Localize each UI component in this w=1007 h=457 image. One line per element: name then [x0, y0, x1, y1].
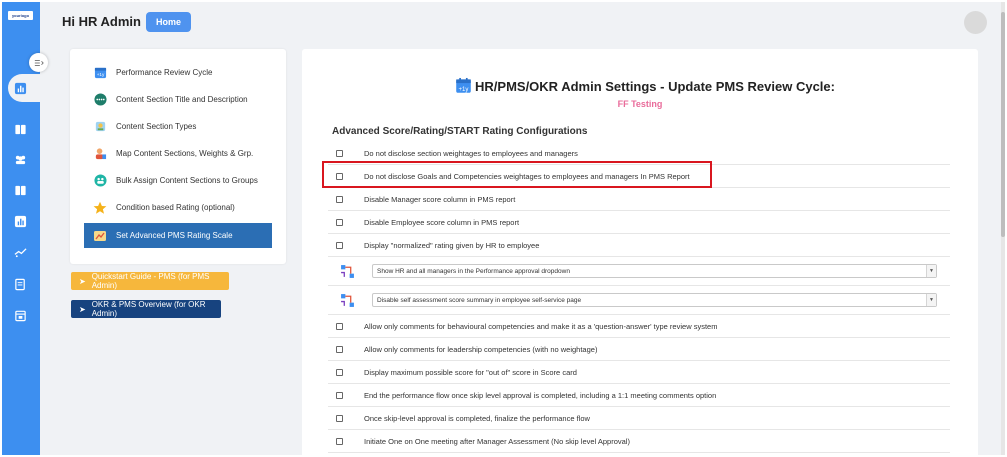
option-row: Once skip-level approval is completed, f… [328, 407, 950, 430]
scrollbar-thumb[interactable] [1001, 12, 1005, 237]
edit-doc-icon[interactable] [13, 277, 27, 291]
option-row: Allow only comments for leadership compe… [328, 338, 950, 361]
group-icon [93, 174, 107, 188]
option-checkbox[interactable] [336, 322, 343, 330]
dots-icon [93, 93, 107, 107]
okr-overview-label: OKR & PMS Overview (for OKR Admin) [91, 300, 206, 318]
option-label: Allow only comments for behavioural comp… [364, 321, 718, 331]
users-icon[interactable] [13, 152, 27, 166]
page-title: HR/PMS/OKR Admin Settings - Update PMS R… [475, 79, 835, 94]
sidebar-collapse-button[interactable] [29, 53, 48, 72]
types-icon [93, 120, 107, 134]
menu-item-bulk-assign[interactable]: Bulk Assign Content Sections to Groups [84, 168, 272, 193]
option-checkbox[interactable] [336, 172, 343, 180]
menu-item-performance-review-cycle[interactable]: +1y Performance Review Cycle [84, 60, 272, 85]
map-user-icon [93, 147, 107, 161]
option-row: Display maximum possible score for "out … [328, 361, 950, 384]
option-label: Once skip-level approval is completed, f… [364, 413, 590, 423]
option-label: Initiate One on One meeting after Manage… [364, 436, 630, 446]
calendar-icon: +1y [93, 66, 107, 80]
quickstart-guide-label: Quickstart Guide - PMS (for PMS Admin) [91, 272, 210, 290]
brand-logo: yourlogo [8, 11, 33, 20]
option-checkbox[interactable] [336, 195, 343, 203]
option-label: Disable Employee score column in PMS rep… [364, 217, 520, 227]
review-cycle-name: FF Testing [617, 99, 663, 109]
rating-scale-icon [93, 229, 107, 243]
collapse-icon [34, 58, 44, 68]
menu-item-label: Map Content Sections, Weights & Grp. [116, 149, 254, 158]
self-assessment-dropdown[interactable]: Disable self assessment score summary in… [372, 293, 937, 307]
setup-menu: +1y Performance Review Cycle Content Sec… [70, 49, 286, 264]
option-label: End the performance flow once skip level… [364, 390, 717, 400]
select-row: Show HR and all managers in the Performa… [328, 257, 950, 286]
option-checkbox[interactable] [336, 414, 343, 422]
rocket-icon: ➤ [79, 304, 86, 314]
option-label: Do not disclose Goals and Competencies w… [364, 171, 690, 181]
menu-item-label: Set Advanced PMS Rating Scale [116, 231, 233, 240]
book-icon[interactable] [13, 122, 27, 136]
menu-item-condition-rating[interactable]: Condition based Rating (optional) [84, 195, 272, 220]
option-label: Display "normalized" rating given by HR … [364, 240, 540, 250]
flow-icon [341, 293, 354, 307]
menu-item-map-content-sections[interactable]: Map Content Sections, Weights & Grp. [84, 141, 272, 166]
option-label: Disable Manager score column in PMS repo… [364, 194, 516, 204]
option-row: End the performance flow once skip level… [328, 384, 950, 407]
menu-item-set-rating-scale[interactable]: Set Advanced PMS Rating Scale [84, 223, 272, 248]
option-row: Do not disclose section weightages to em… [328, 142, 950, 165]
greeting: Hi HR Admin [62, 14, 141, 29]
app-frame: yourlogo Hi HR Admin Home +1y Performanc… [2, 2, 1005, 455]
option-row: Display "normalized" rating given by HR … [328, 234, 950, 257]
flow-icon [341, 264, 354, 278]
menu-item-content-types[interactable]: Content Section Types [84, 114, 272, 139]
chevron-down-icon: ▼ [926, 294, 936, 306]
option-checkbox[interactable] [336, 391, 343, 399]
section-title: Advanced Score/Rating/START Rating Confi… [332, 126, 588, 137]
report-icon[interactable] [13, 214, 27, 228]
option-label: Allow only comments for leadership compe… [364, 344, 598, 354]
menu-item-label: Bulk Assign Content Sections to Groups [116, 176, 258, 185]
chevron-down-icon: ▼ [926, 265, 936, 277]
menu-item-content-title[interactable]: Content Section Title and Description [84, 87, 272, 112]
option-checkbox[interactable] [336, 345, 343, 353]
menu-item-label: Content Section Title and Description [116, 95, 248, 104]
option-row: Disable Employee score column in PMS rep… [328, 211, 950, 234]
option-row: Do not disclose Goals and Competencies w… [328, 165, 950, 188]
option-row: Disable Manager score column in PMS repo… [328, 188, 950, 211]
select-row: Disable self assessment score summary in… [328, 286, 950, 315]
sidebar-item-dashboard[interactable] [8, 74, 42, 102]
menu-item-label: Content Section Types [116, 122, 197, 131]
chart-icon [13, 81, 27, 95]
menu-item-label: Condition based Rating (optional) [116, 203, 235, 212]
option-label: Do not disclose section weightages to em… [364, 148, 578, 158]
option-label: Display maximum possible score for "out … [364, 367, 577, 377]
option-row: Initiate One on One meeting after Manage… [328, 430, 950, 453]
option-checkbox[interactable] [336, 241, 343, 249]
quickstart-guide-button[interactable]: ➤ Quickstart Guide - PMS (for PMS Admin) [71, 272, 229, 290]
page-scrollbar[interactable] [1001, 2, 1005, 455]
self-assessment-dropdown-value: Disable self assessment score summary in… [377, 296, 582, 304]
menu-item-label: Performance Review Cycle [116, 68, 213, 77]
approval-dropdown-value: Show HR and all managers in the Performa… [377, 267, 570, 275]
okr-overview-button[interactable]: ➤ OKR & PMS Overview (for OKR Admin) [71, 300, 221, 318]
option-checkbox[interactable] [336, 149, 343, 157]
home-button[interactable]: Home [146, 12, 191, 32]
okr-icon[interactable] [13, 245, 27, 259]
calendar-sidebar-icon[interactable] [13, 308, 27, 322]
option-row: Allow only comments for behavioural comp… [328, 315, 950, 338]
star-icon [93, 201, 107, 215]
svg-text:+1y: +1y [96, 72, 104, 77]
option-checkbox[interactable] [336, 437, 343, 445]
settings-panel: +1y HR/PMS/OKR Admin Settings - Update P… [302, 49, 978, 455]
avatar[interactable] [964, 11, 987, 34]
option-checkbox[interactable] [336, 218, 343, 226]
approval-dropdown[interactable]: Show HR and all managers in the Performa… [372, 264, 937, 278]
option-checkbox[interactable] [336, 368, 343, 376]
rocket-icon: ➤ [79, 276, 86, 286]
book-open-icon[interactable] [13, 183, 27, 197]
